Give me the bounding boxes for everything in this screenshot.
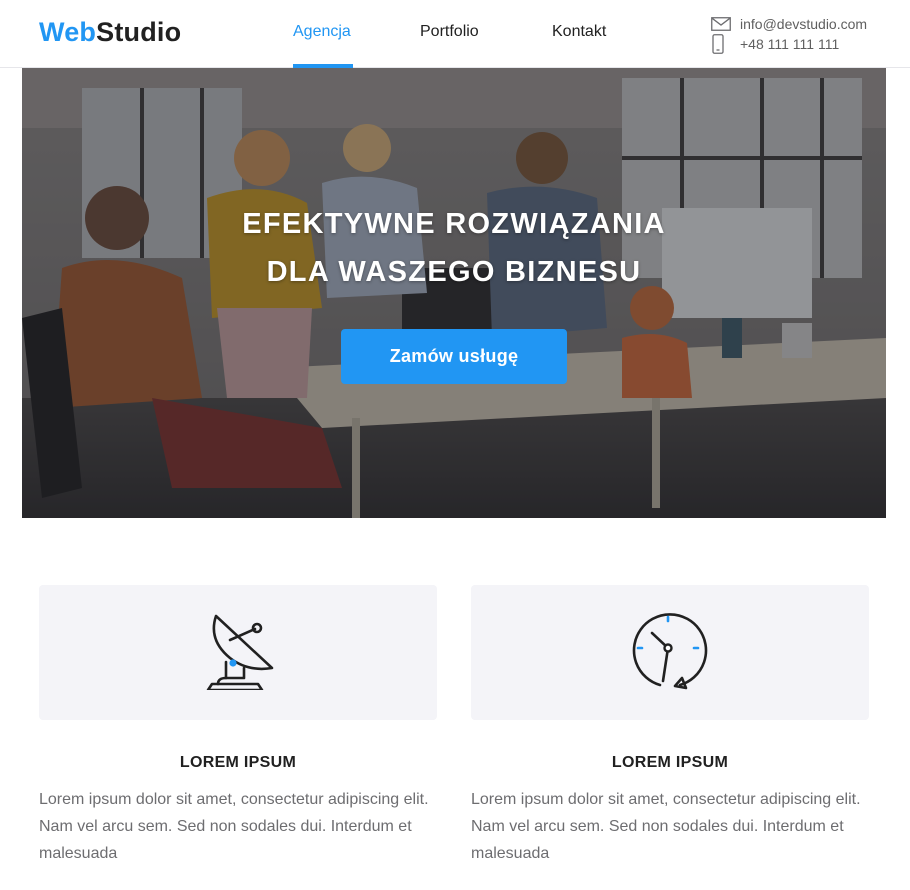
envelope-icon (711, 17, 733, 31)
site-header: WebStudio Agencja Portfolio Kontakt info… (0, 0, 910, 68)
nav-item-portfolio[interactable]: Portfolio (420, 0, 479, 68)
feature-title: LOREM IPSUM (611, 754, 729, 771)
logo-part-web: Web (39, 17, 97, 47)
logo-part-studio: Studio (96, 17, 182, 47)
email-link[interactable]: info@devstudio.com (711, 14, 901, 34)
feature-card: LOREM IPSUM Lorem ipsum dolor sit amet, … (471, 585, 869, 867)
nav-item-kontakt[interactable]: Kontakt (552, 0, 606, 68)
clock-icon (630, 608, 710, 697)
email-text: info@devstudio.com (740, 16, 868, 32)
feature-text: Lorem ipsum dolor sit amet, consectetur … (39, 791, 429, 862)
site-logo[interactable]: WebStudio (39, 16, 181, 48)
phone-link[interactable]: +48 111 111 111 (711, 34, 901, 54)
hero-title: EFEKTYWNE ROZWIĄZANIA DLA WASZEGO BIZNES… (22, 200, 886, 296)
feature-icon-box (471, 585, 869, 720)
hero-title-line-1: EFEKTYWNE ROZWIĄZANIA (242, 208, 666, 240)
satellite-dish-icon (200, 610, 276, 695)
order-service-button[interactable]: Zamów usługę (341, 329, 567, 384)
feature-icon-box (39, 585, 437, 720)
hero-section: EFEKTYWNE ROZWIĄZANIA DLA WASZEGO BIZNES… (22, 68, 886, 518)
phone-text: +48 111 111 111 (740, 36, 840, 52)
feature-text: Lorem ipsum dolor sit amet, consectetur … (471, 791, 861, 862)
hero-title-line-2: DLA WASZEGO BIZNESU (266, 256, 642, 288)
nav-item-agencja[interactable]: Agencja (293, 0, 353, 68)
header-contacts: info@devstudio.com +48 111 111 111 (711, 14, 901, 54)
smartphone-icon (711, 34, 733, 54)
feature-card: LOREM IPSUM Lorem ipsum dolor sit amet, … (39, 585, 437, 867)
feature-title: LOREM IPSUM (179, 754, 297, 771)
